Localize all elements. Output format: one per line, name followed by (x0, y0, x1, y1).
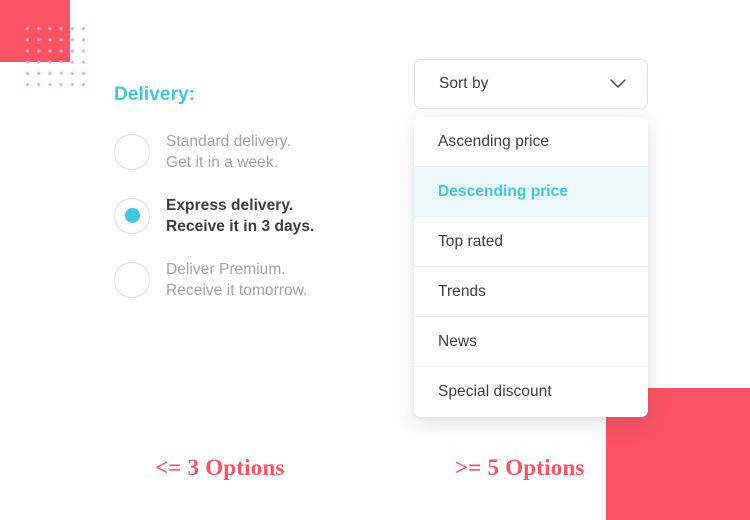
sort-dropdown-label: Sort by (439, 75, 489, 92)
screenshot-canvas: Delivery: Standard delivery. Get it in a… (0, 0, 750, 520)
radio-group: Standard delivery. Get it in a week. Exp… (114, 131, 384, 301)
sort-menu-item-news[interactable]: News (414, 317, 648, 367)
radio-circle-icon[interactable] (114, 133, 150, 170)
radio-circle-icon[interactable] (114, 197, 150, 234)
sort-dropdown-menu: Ascending price Descending price Top rat… (414, 117, 648, 417)
caption-left: <= 3 Options (155, 455, 285, 480)
sort-menu-item-top-rated[interactable]: Top rated (414, 217, 648, 267)
sort-menu-item-ascending-price[interactable]: Ascending price (414, 117, 648, 167)
sort-menu-item-special-discount[interactable]: Special discount (414, 367, 648, 417)
radio-option-express[interactable]: Express delivery. Receive it in 3 days. (114, 195, 384, 237)
radio-label-line-1: Standard delivery. (166, 132, 291, 150)
radio-option-standard[interactable]: Standard delivery. Get it in a week. (114, 131, 384, 173)
radio-label-line-2: Get it in a week. (166, 153, 278, 171)
sort-dropdown-trigger[interactable]: Sort by (414, 59, 648, 109)
caption-right: >= 5 Options (455, 455, 585, 480)
radio-option-label: Deliver Premium. Receive it tomorrow. (166, 259, 307, 301)
radio-label-line-1: Express delivery. (166, 196, 294, 214)
radio-label-line-2: Receive it in 3 days. (166, 217, 315, 235)
sort-menu-item-descending-price[interactable]: Descending price (414, 167, 648, 217)
radio-option-label: Express delivery. Receive it in 3 days. (166, 195, 314, 237)
chevron-down-icon[interactable] (610, 79, 626, 89)
delivery-options-group: Delivery: Standard delivery. Get it in a… (114, 84, 384, 301)
decorative-dot-grid (22, 23, 90, 91)
sort-menu-item-trends[interactable]: Trends (414, 267, 648, 317)
radio-option-premium[interactable]: Deliver Premium. Receive it tomorrow. (114, 259, 384, 301)
radio-dot-icon (124, 208, 140, 224)
radio-label-line-2: Receive it tomorrow. (166, 281, 308, 299)
delivery-heading: Delivery: (114, 84, 196, 105)
sort-dropdown: Sort by Ascending price Descending price… (414, 59, 648, 417)
radio-circle-icon[interactable] (114, 261, 150, 298)
radio-label-line-1: Deliver Premium. (166, 260, 286, 278)
radio-option-label: Standard delivery. Get it in a week. (166, 131, 291, 173)
